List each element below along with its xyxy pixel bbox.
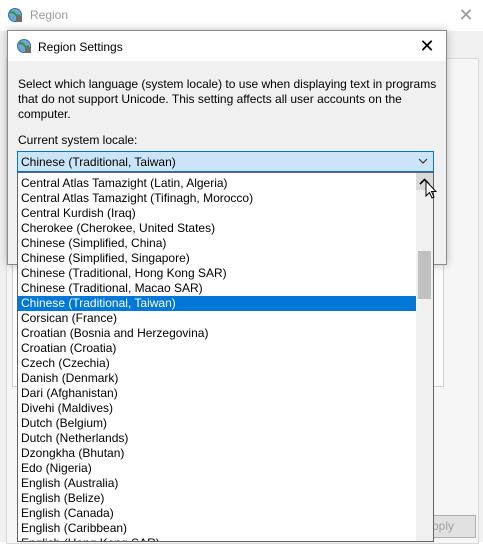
chevron-down-icon — [418, 158, 428, 164]
locale-list-item[interactable]: Dari (Afghanistan) — [18, 386, 417, 401]
dialog-titlebar: Region Settings ✕ — [8, 31, 446, 61]
locale-list-item[interactable]: Dutch (Netherlands) — [18, 431, 417, 446]
locale-list-item[interactable]: English (Hong Kong SAR) — [18, 536, 417, 541]
locale-list-item[interactable]: Corsican (France) — [18, 311, 417, 326]
locale-list-item[interactable]: English (Canada) — [18, 506, 417, 521]
current-locale-label: Current system locale: — [18, 133, 138, 147]
combobox-value: Chinese (Traditional, Taiwan) — [21, 155, 176, 169]
locale-list-item[interactable]: English (Caribbean) — [18, 521, 417, 536]
locale-list-item[interactable]: Chinese (Traditional, Taiwan) — [18, 296, 417, 311]
locale-list-item[interactable]: Chinese (Traditional, Macao SAR) — [18, 281, 417, 296]
dialog-title: Region Settings — [38, 40, 123, 54]
locale-list-item[interactable]: Croatian (Bosnia and Herzegovina) — [18, 326, 417, 341]
locale-list-item[interactable]: Czech (Czechia) — [18, 356, 417, 371]
locale-list: Central Atlas Tamazight (Latin, Algeria)… — [18, 176, 417, 541]
locale-list-item[interactable]: Danish (Denmark) — [18, 371, 417, 386]
locale-list-item[interactable]: Croatian (Croatia) — [18, 341, 417, 356]
close-icon: ✕ — [458, 5, 474, 25]
locale-list-item[interactable]: English (Belize) — [18, 491, 417, 506]
locale-list-item[interactable]: Dutch (Belgium) — [18, 416, 417, 431]
locale-list-item[interactable]: Chinese (Traditional, Hong Kong SAR) — [18, 266, 417, 281]
region-titlebar: Region ✕ — [0, 0, 483, 31]
locale-list-item[interactable]: Edo (Nigeria) — [18, 461, 417, 476]
locale-list-item[interactable]: Central Atlas Tamazight (Tifinagh, Moroc… — [18, 191, 417, 206]
locale-list-item[interactable]: Dzongkha (Bhutan) — [18, 446, 417, 461]
locale-list-item[interactable]: Cherokee (Cherokee, United States) — [18, 221, 417, 236]
globe-region-icon — [17, 39, 31, 53]
dialog-description: Select which language (system locale) to… — [18, 77, 437, 121]
locale-list-item[interactable]: Central Kurdish (Iraq) — [18, 206, 417, 221]
mouse-cursor-icon — [425, 180, 437, 199]
dropdown-scrollbar[interactable] — [416, 173, 433, 541]
close-icon: ✕ — [419, 36, 435, 56]
system-locale-combobox[interactable]: Chinese (Traditional, Taiwan) — [17, 151, 434, 172]
locale-list-item[interactable]: English (Australia) — [18, 476, 417, 491]
globe-region-icon — [8, 8, 22, 22]
locale-list-item[interactable]: Divehi (Maldives) — [18, 401, 417, 416]
locale-dropdown-list[interactable]: Central Atlas Tamazight (Latin, Algeria)… — [17, 172, 434, 542]
locale-list-item[interactable]: Central Atlas Tamazight (Latin, Algeria) — [18, 176, 417, 191]
region-window-title: Region — [30, 8, 69, 22]
dialog-close-button[interactable]: ✕ — [414, 34, 440, 58]
region-close-button[interactable]: ✕ — [454, 3, 478, 27]
scroll-thumb[interactable] — [418, 251, 431, 299]
locale-list-item[interactable]: Chinese (Simplified, China) — [18, 236, 417, 251]
locale-list-item[interactable]: Chinese (Simplified, Singapore) — [18, 251, 417, 266]
